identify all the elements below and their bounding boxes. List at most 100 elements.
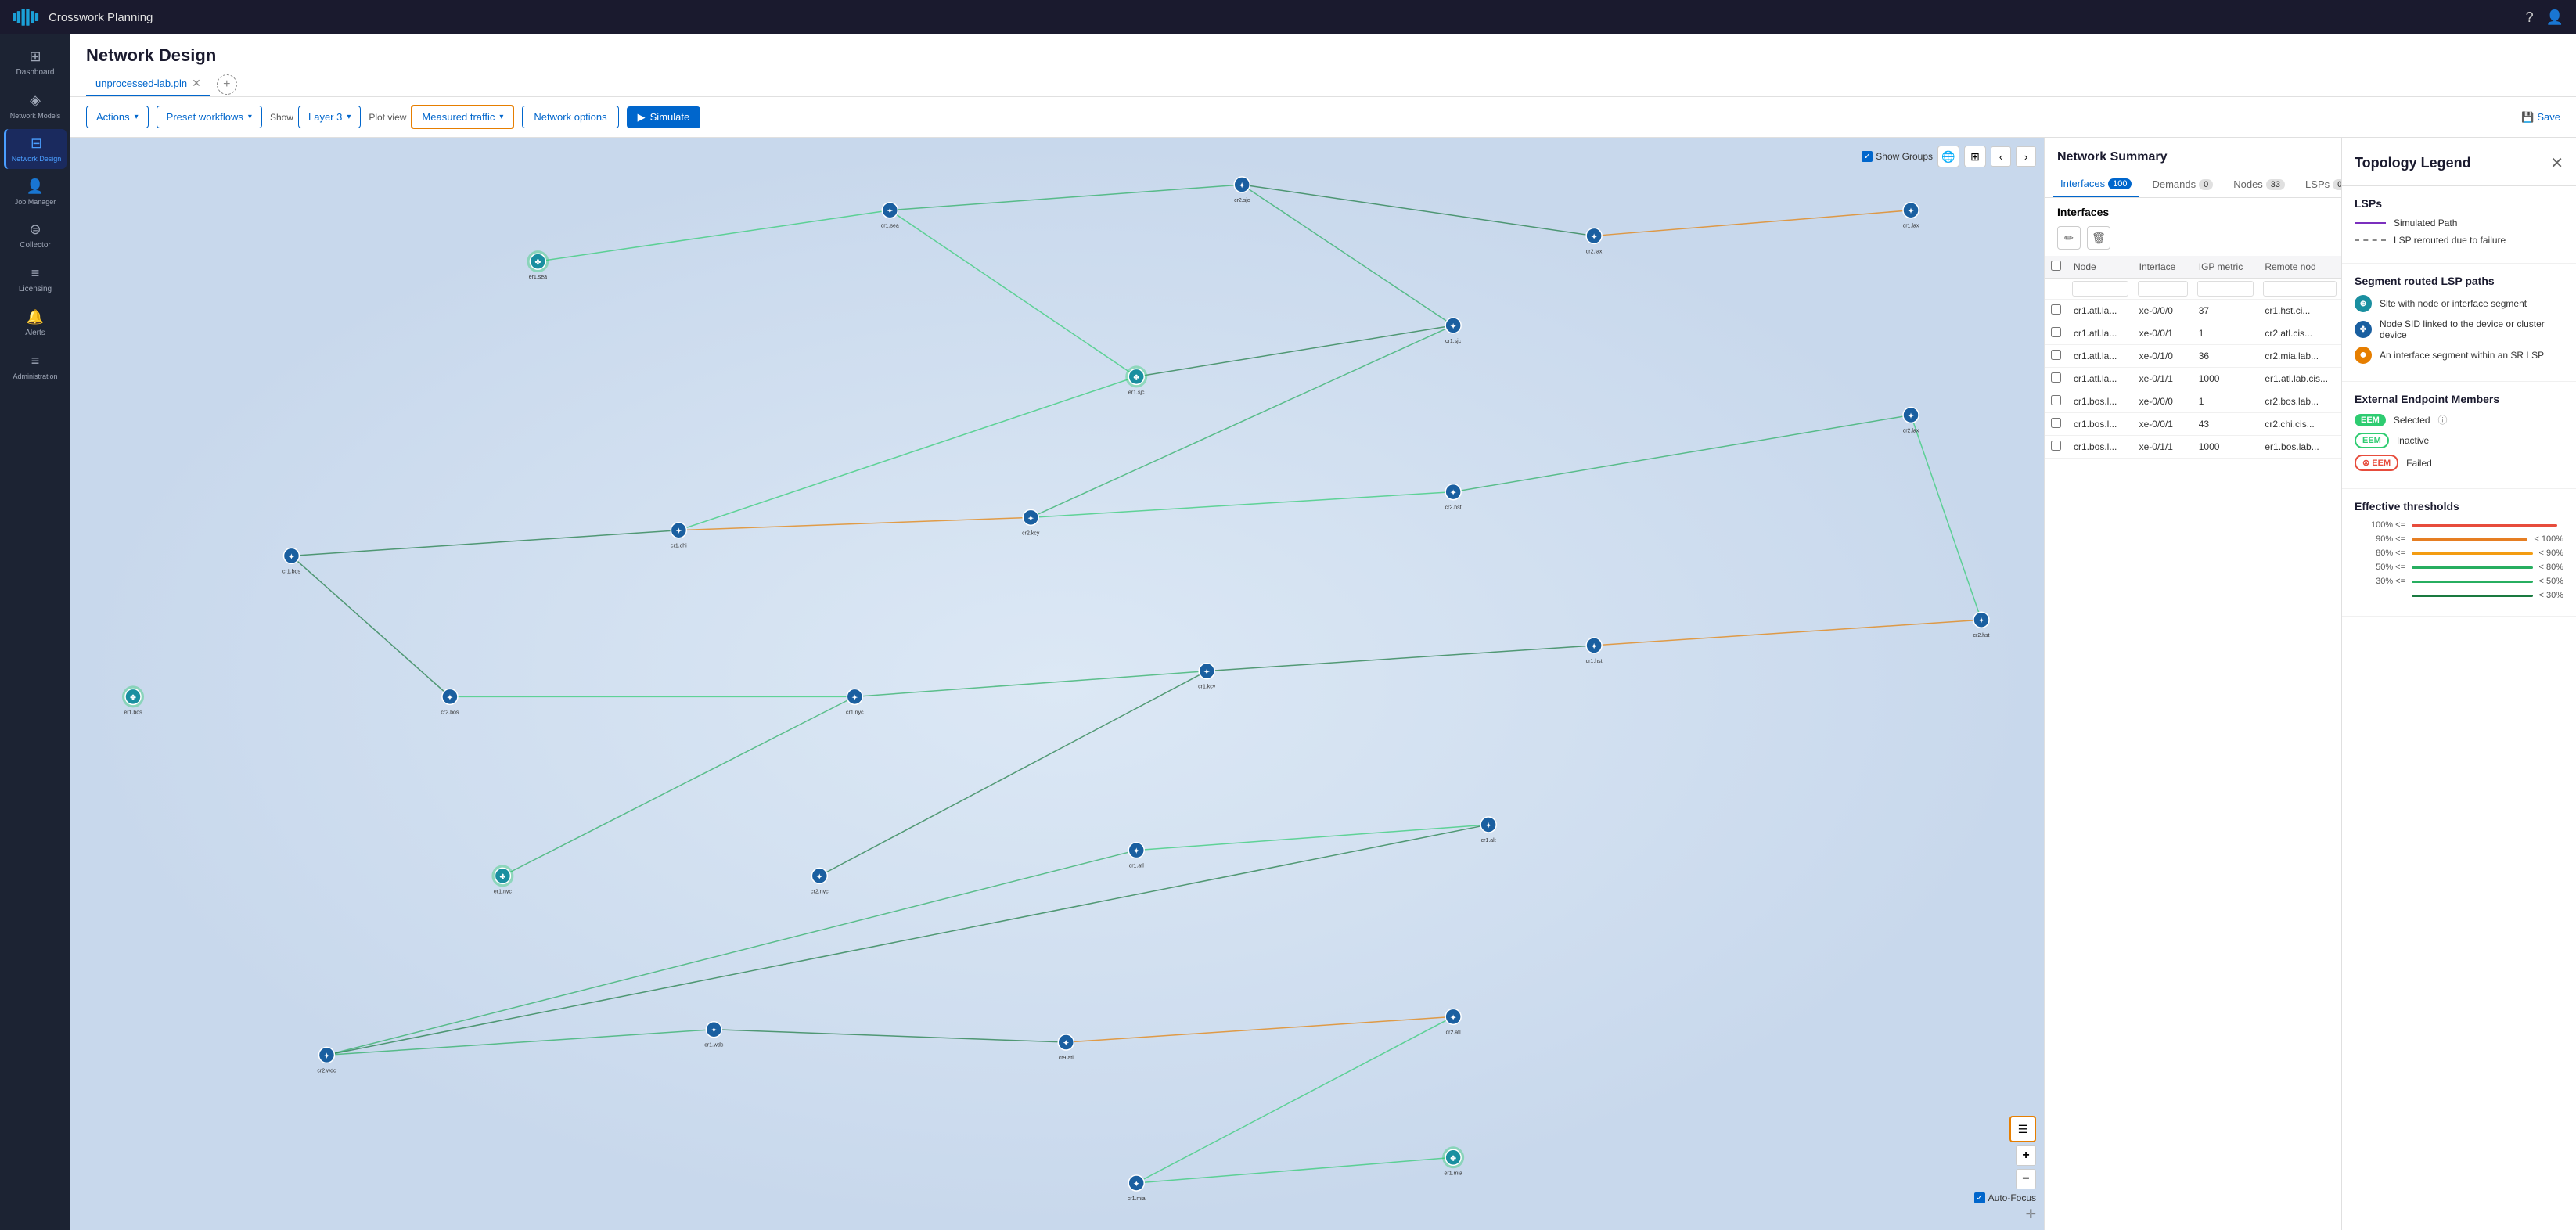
network-node[interactable]: ✦cr2.hst — [1445, 484, 1462, 511]
sidebar-item-administration[interactable]: ≡ Administration — [4, 347, 67, 387]
simulated-path-label: Simulated Path — [2394, 218, 2457, 228]
eem-failed-item: ⊗ EEM Failed — [2355, 455, 2563, 471]
network-node[interactable]: ✦cr1.sea — [881, 203, 899, 229]
svg-text:er1.sea: er1.sea — [529, 275, 547, 280]
svg-text:er1.sjc: er1.sjc — [1128, 390, 1145, 395]
table-row[interactable]: cr1.bos.l... xe-0/0/1 43 cr2.chi.cis... — [2045, 413, 2341, 436]
sidebar-item-licensing[interactable]: ≡ Licensing — [4, 259, 67, 300]
topology-icon-button[interactable]: ⊞ — [1964, 146, 1986, 167]
sidebar-item-alerts[interactable]: 🔔 Alerts — [4, 303, 67, 343]
legend-close-button[interactable]: ✕ — [2550, 153, 2563, 173]
network-node[interactable]: ✦cr1.atl — [1128, 843, 1144, 869]
network-node[interactable]: ✦cr1.hst — [1586, 638, 1603, 664]
filter-igp[interactable] — [2197, 281, 2254, 297]
measured-traffic-button[interactable]: Measured traffic ▾ — [411, 105, 514, 129]
sidebar-item-job-manager[interactable]: 👤 Job Manager — [4, 172, 67, 212]
eem-inactive-item: EEM Inactive — [2355, 433, 2563, 448]
edit-interface-button[interactable]: ✏ — [2057, 226, 2081, 250]
sidebar-item-collector[interactable]: ⊜ Collector — [4, 215, 67, 256]
globe-icon-button[interactable]: 🌐 — [1937, 146, 1959, 167]
sidebar-item-network-design[interactable]: ⊟ Network Design — [4, 129, 67, 169]
save-button[interactable]: 💾 Save — [2521, 111, 2560, 124]
network-node[interactable]: ✦cr1.lax — [1903, 203, 1919, 229]
network-node[interactable]: ✦cr1.chi — [671, 523, 687, 549]
network-node[interactable]: ✦cr2.lax — [1586, 228, 1603, 254]
nav-next-button[interactable]: › — [2016, 146, 2036, 167]
summary-tab-lsps[interactable]: LSPs 0 — [2297, 171, 2341, 197]
network-node[interactable]: ✦cr2.atl — [1445, 1009, 1461, 1035]
row-checkbox[interactable] — [2051, 304, 2061, 315]
measured-traffic-label: Measured traffic — [422, 111, 495, 123]
col-interface: Interface — [2133, 256, 2193, 279]
svg-text:✤: ✤ — [500, 872, 506, 880]
actions-button[interactable]: Actions ▾ — [86, 106, 149, 128]
app-title: Crosswork Planning — [49, 11, 153, 24]
network-node[interactable]: ✤er1.nyc — [491, 865, 513, 894]
filter-remote-node[interactable] — [2263, 281, 2337, 297]
nav-right: ? 👤 — [2526, 9, 2563, 26]
interface-segment-label: An interface segment within an SR LSP — [2380, 350, 2544, 361]
summary-tab-nodes[interactable]: Nodes 33 — [2225, 171, 2293, 197]
filter-node[interactable] — [2072, 281, 2128, 297]
eem-failed-badge: ⊗ EEM — [2355, 455, 2398, 471]
sidebar-item-network-models[interactable]: ◈ Network Models — [4, 86, 67, 126]
layer3-button[interactable]: Layer 3 ▾ — [298, 106, 361, 128]
help-icon[interactable]: ? — [2526, 9, 2534, 26]
row-checkbox[interactable] — [2051, 350, 2061, 360]
map-menu-button[interactable]: ☰ — [2009, 1116, 2036, 1142]
nav-prev-button[interactable]: ‹ — [1991, 146, 2011, 167]
user-icon[interactable]: 👤 — [2546, 9, 2563, 26]
summary-tab-interfaces[interactable]: Interfaces 100 — [2053, 171, 2139, 197]
table-row[interactable]: cr1.atl.la... xe-0/0/0 37 cr1.hst.ci... — [2045, 300, 2341, 322]
network-node[interactable]: ✦cr9.atl — [1058, 1034, 1074, 1061]
network-node[interactable]: ✦cr2.lax — [1903, 407, 1919, 433]
row-checkbox[interactable] — [2051, 327, 2061, 337]
table-row[interactable]: cr1.bos.l... xe-0/1/1 1000 er1.bos.lab..… — [2045, 436, 2341, 459]
sidebar-item-label: Network Models — [10, 112, 61, 120]
delete-interface-button[interactable]: 🗑 — [2087, 226, 2110, 250]
network-node[interactable]: ✤er1.sea — [527, 250, 549, 280]
preset-workflows-button[interactable]: Preset workflows ▾ — [157, 106, 262, 128]
row-checkbox[interactable] — [2051, 395, 2061, 405]
show-groups-checkbox-checked: ✓ — [1862, 151, 1873, 162]
svg-text:cr2.wdc: cr2.wdc — [317, 1068, 336, 1074]
row-checkbox[interactable] — [2051, 418, 2061, 428]
sidebar-item-dashboard[interactable]: ⊞ Dashboard — [4, 42, 67, 83]
filter-interface[interactable] — [2138, 281, 2188, 297]
table-row[interactable]: cr1.atl.la... xe-0/1/0 36 cr2.mia.lab... — [2045, 345, 2341, 368]
network-node[interactable]: ✦cr1.alt — [1480, 817, 1496, 843]
map-bottom-controls: ☰ + − ✓ Auto-Focus ✛ — [1974, 1116, 2036, 1222]
cell-igp-metric: 36 — [2193, 345, 2259, 368]
simulate-button[interactable]: ▶ Simulate — [627, 106, 701, 128]
summary-tab-demands[interactable]: Demands 0 — [2144, 171, 2221, 197]
segment-section-title: Segment routed LSP paths — [2355, 275, 2563, 287]
row-checkbox[interactable] — [2051, 372, 2061, 383]
select-all-checkbox[interactable] — [2051, 261, 2061, 271]
svg-text:cr1.bos: cr1.bos — [282, 569, 300, 574]
page-title: Network Design — [86, 45, 2560, 66]
zoom-in-button[interactable]: + — [2016, 1145, 2036, 1166]
node-sid-icon: ✤ — [2355, 321, 2372, 338]
network-node[interactable]: ✤er1.bos — [122, 685, 144, 715]
network-node[interactable]: ✤er1.mia — [1442, 1146, 1464, 1176]
network-node[interactable]: ✦cr1.sjc — [1445, 318, 1462, 344]
network-node[interactable]: ✤er1.sjc — [1125, 365, 1147, 395]
cell-igp-metric: 43 — [2193, 413, 2259, 436]
network-node[interactable]: ✦cr2.sjc — [1234, 177, 1250, 203]
row-checkbox[interactable] — [2051, 441, 2061, 451]
svg-text:cr1.hst: cr1.hst — [1586, 659, 1603, 664]
tab-add-button[interactable]: + — [217, 74, 237, 95]
network-options-button[interactable]: Network options — [522, 106, 618, 128]
network-node[interactable]: ✦cr2.hst — [1973, 612, 1989, 638]
table-row[interactable]: cr1.bos.l... xe-0/0/0 1 cr2.bos.lab... — [2045, 390, 2341, 413]
table-row[interactable]: cr1.atl.la... xe-0/1/1 1000 er1.atl.lab.… — [2045, 368, 2341, 390]
tab-close-icon[interactable]: ✕ — [192, 77, 201, 90]
show-groups-control[interactable]: ✓ Show Groups — [1862, 151, 1933, 162]
auto-focus-control[interactable]: ✓ Auto-Focus — [1974, 1192, 2036, 1203]
svg-text:✦: ✦ — [1450, 322, 1456, 330]
move-icon[interactable]: ✛ — [2026, 1207, 2036, 1222]
table-row[interactable]: cr1.atl.la... xe-0/0/1 1 cr2.atl.cis... — [2045, 322, 2341, 345]
zoom-out-button[interactable]: − — [2016, 1169, 2036, 1189]
tab-unprocessed-lab[interactable]: unprocessed-lab.pln ✕ — [86, 72, 210, 96]
network-node[interactable]: ✦cr1.mia — [1128, 1175, 1146, 1202]
